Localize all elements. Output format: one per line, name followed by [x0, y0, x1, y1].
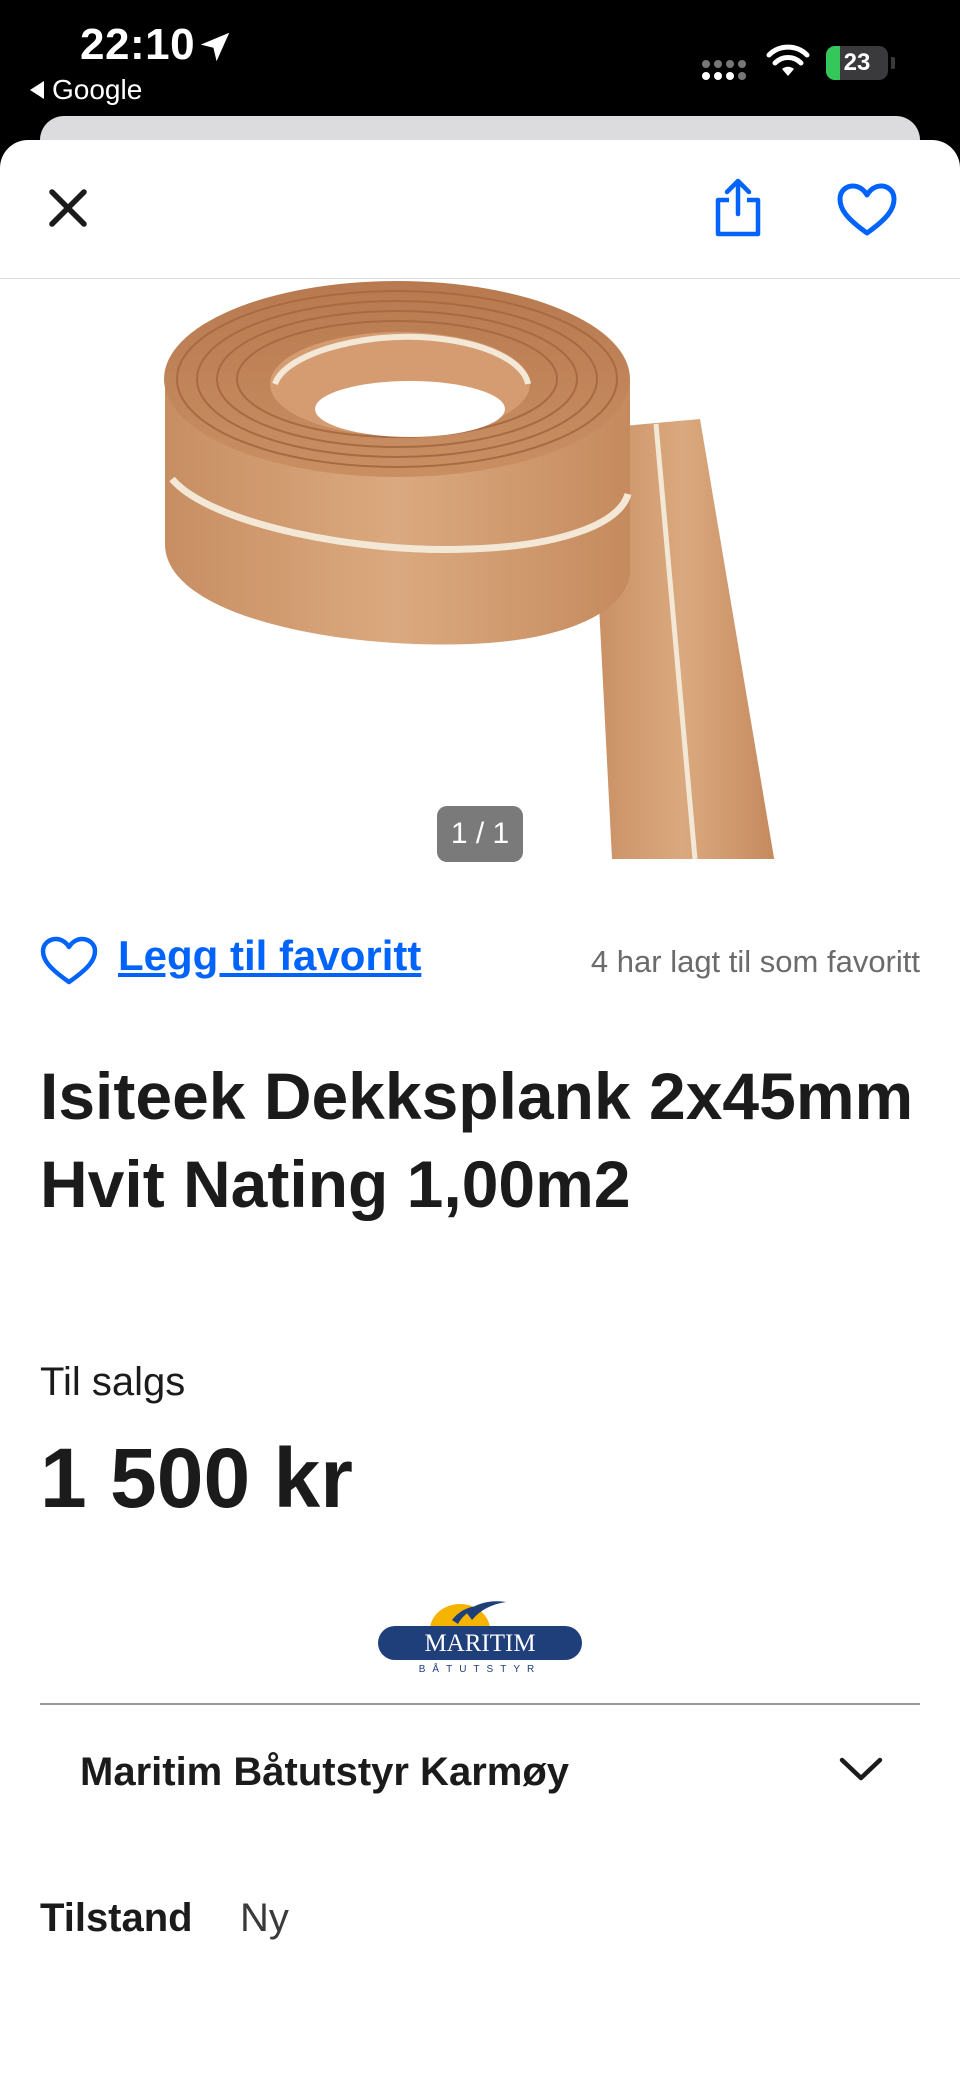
top-nav [0, 140, 960, 279]
clock: 22:10 [80, 20, 196, 69]
divider [40, 1703, 920, 1705]
listing-sheet: 1 / 1 Legg til favoritt 4 har lagt til s… [0, 140, 960, 2078]
back-to-app[interactable]: Google [30, 74, 142, 106]
seller-expander[interactable]: Maritim Båtutstyr Karmøy [40, 1706, 920, 1826]
seller-logo[interactable]: MARITIM BÅTUTSTYR [374, 1596, 586, 1676]
listing-price: 1 500 kr [40, 1431, 353, 1525]
logo-wordmark: MARITIM [424, 1630, 535, 1657]
battery-indicator: 23 [826, 46, 888, 80]
cellular-signal-icon [702, 60, 746, 80]
image-counter: 1 / 1 [437, 806, 523, 862]
add-to-favorites-link[interactable]: Legg til favoritt [118, 932, 421, 980]
favorite-count: 4 har lagt til som favoritt [590, 944, 920, 979]
share-icon[interactable] [708, 176, 768, 240]
logo-tagline: BÅTUTSTYR [419, 1662, 541, 1675]
listing-status: Til salgs [40, 1360, 186, 1404]
battery-percent: 23 [843, 49, 871, 76]
back-triangle-icon [30, 81, 44, 99]
location-arrow-icon [200, 32, 230, 62]
listing-title: Isiteek Dekksplank 2x45mm Hvit Nating 1,… [40, 1059, 914, 1221]
product-image[interactable] [0, 279, 960, 859]
heart-outline-icon[interactable] [836, 182, 898, 238]
condition-value: Ny [240, 1896, 289, 1940]
back-app-label: Google [52, 74, 143, 105]
seller-name: Maritim Båtutstyr Karmøy [80, 1750, 570, 1794]
favorite-row: Legg til favoritt 4 har lagt til som fav… [40, 930, 920, 990]
battery-tip [891, 57, 895, 69]
close-icon[interactable] [40, 180, 96, 236]
heart-outline-icon[interactable] [40, 936, 98, 986]
chevron-down-icon [839, 1757, 883, 1781]
condition-label: Tilstand [40, 1896, 193, 1940]
wifi-icon [766, 44, 810, 76]
